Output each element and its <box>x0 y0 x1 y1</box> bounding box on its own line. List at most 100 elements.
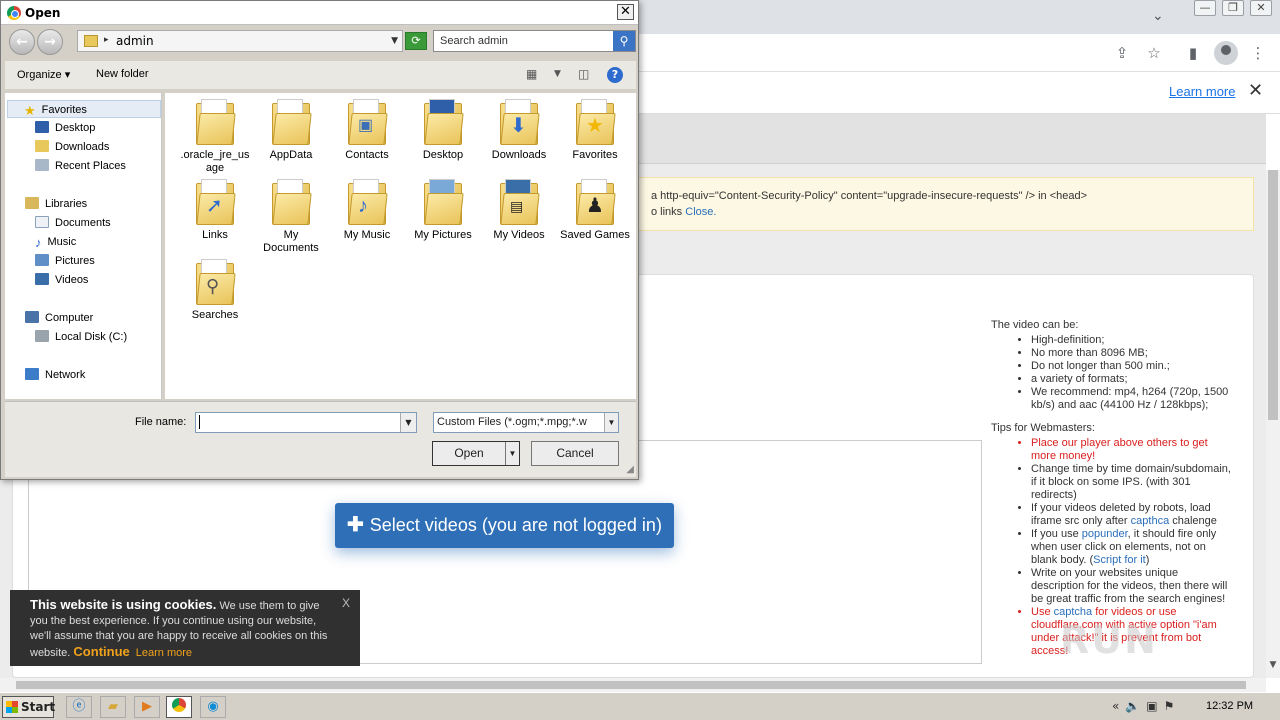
capthca-link[interactable]: capthca <box>1131 515 1170 527</box>
new-folder-button[interactable]: New folder <box>96 68 149 80</box>
file-type-select[interactable]: Custom Files (*.ogm;*.mpg;*.w ▼ <box>433 412 619 433</box>
list-item: a variety of formats; <box>1031 373 1231 386</box>
cookie-learn-more-link[interactable]: Learn more <box>136 647 192 659</box>
bookmark-star-icon[interactable]: ☆ <box>1143 42 1165 64</box>
address-bar[interactable]: ▸ admin ▼ <box>77 30 403 52</box>
tray-expand-icon[interactable]: « <box>1112 699 1125 713</box>
address-dropdown-icon[interactable]: ▼ <box>391 36 398 46</box>
file-item[interactable]: .oracle_jre_usage <box>180 99 250 175</box>
ie-taskbar-icon[interactable]: ⓔ <box>66 696 92 718</box>
info-column: The video can be: High-definition; No mo… <box>991 319 1231 668</box>
start-button[interactable]: Start <box>2 696 56 718</box>
nav-item-libraries[interactable]: Libraries <box>25 195 87 213</box>
popunder-link[interactable]: popunder <box>1082 528 1128 540</box>
nav-item-documents[interactable]: Documents <box>35 214 111 232</box>
open-split-dropdown-icon[interactable]: ▼ <box>505 442 519 465</box>
infobar-learn-more-link[interactable]: Learn more <box>1169 84 1235 99</box>
nav-item-recent[interactable]: Recent Places <box>35 157 126 175</box>
side-panel-icon[interactable]: ▮ <box>1182 42 1204 64</box>
view-dropdown-icon[interactable]: ▼ <box>554 69 561 79</box>
file-item[interactable]: AppData <box>256 99 326 162</box>
script-link[interactable]: Script for it <box>1093 554 1146 566</box>
scrollbar-thumb[interactable] <box>16 681 1246 689</box>
preview-pane-icon[interactable]: ◫ <box>578 67 589 81</box>
start-label: Start <box>21 700 56 714</box>
warning-close-link[interactable]: Close. <box>685 206 716 218</box>
documents-folder-icon <box>272 179 312 225</box>
scroll-down-arrow-icon[interactable]: ▼ <box>1266 660 1280 674</box>
nav-item-network[interactable]: Network <box>25 366 85 384</box>
organize-label: Organize <box>17 69 62 81</box>
file-item[interactable]: My Documents <box>256 179 326 255</box>
share-icon[interactable]: ⇪ <box>1111 42 1133 64</box>
nav-item-computer[interactable]: Computer <box>25 309 93 327</box>
captcha-link[interactable]: captcha <box>1054 606 1093 618</box>
back-button[interactable]: ← <box>9 29 35 55</box>
file-name-value <box>199 415 200 429</box>
file-name-dropdown-icon[interactable]: ▼ <box>400 413 416 432</box>
window-close-icon[interactable]: ✕ <box>1250 0 1272 16</box>
nav-item-favorites[interactable]: ★ Favorites <box>7 100 161 118</box>
tab-search-chevron-icon[interactable]: ⌄ <box>1152 8 1164 24</box>
maximize-icon[interactable]: ❐ <box>1222 0 1244 16</box>
nav-item-pictures[interactable]: Pictures <box>35 252 95 270</box>
infobar-close-icon[interactable]: ✕ <box>1248 80 1263 101</box>
flag-icon[interactable]: ⚑ <box>1164 699 1181 713</box>
file-item[interactable]: ➚ Links <box>180 179 250 242</box>
select-videos-button[interactable]: ✚ Select videos (you are not logged in) <box>335 503 674 548</box>
nav-item-videos[interactable]: Videos <box>35 271 88 289</box>
file-item[interactable]: ⬇ Downloads <box>484 99 554 162</box>
view-options-icon[interactable]: ▦ <box>526 67 537 81</box>
file-item[interactable]: ▤ My Videos <box>484 179 554 242</box>
open-button[interactable]: Open ▼ <box>432 441 520 466</box>
explorer-taskbar-icon[interactable]: ▰ <box>100 696 126 718</box>
cookie-close-button[interactable]: X <box>342 596 350 611</box>
music-icon: ♪ <box>35 235 42 250</box>
file-item[interactable]: ⚲ Searches <box>180 259 250 322</box>
nav-item-downloads[interactable]: Downloads <box>35 138 109 156</box>
dialog-title-bar[interactable]: Open ✕ <box>1 1 638 25</box>
dialog-close-button[interactable]: ✕ <box>617 4 634 20</box>
scrollbar-thumb[interactable] <box>1268 170 1278 420</box>
network-tray-icon[interactable]: ▣ <box>1146 699 1163 713</box>
file-item[interactable]: My Pictures <box>408 179 478 242</box>
file-item[interactable]: ▣ Contacts <box>332 99 402 162</box>
nav-item-desktop[interactable]: Desktop <box>35 119 95 137</box>
file-item[interactable]: Desktop <box>408 99 478 162</box>
menu-kebab-icon[interactable]: ⋮ <box>1247 42 1269 64</box>
desktop-folder-icon <box>424 99 464 145</box>
cancel-button[interactable]: Cancel <box>531 441 619 466</box>
nav-item-local-disk[interactable]: Local Disk (C:) <box>35 328 127 346</box>
cookie-continue-button[interactable]: Continue <box>73 644 129 659</box>
resize-grip-icon[interactable]: ◢ <box>626 464 634 475</box>
search-input[interactable]: Search admin ⚲ <box>433 30 636 52</box>
help-icon[interactable]: ? <box>607 67 623 83</box>
chrome-taskbar-icon[interactable] <box>166 696 192 718</box>
file-item[interactable]: ♟ Saved Games <box>560 179 630 242</box>
breadcrumb-arrow-icon[interactable]: ▸ <box>104 35 109 45</box>
file-item[interactable]: ★ Favorites <box>560 99 630 162</box>
cookie-banner: X This website is using cookies. We use … <box>10 590 360 666</box>
forward-button[interactable]: → <box>37 29 63 55</box>
address-row: ← → ▸ admin ▼ ⟳ Search admin ⚲ <box>5 28 636 56</box>
refresh-icon[interactable]: ⟳ <box>405 32 427 50</box>
navigation-pane: ★ Favorites Desktop Downloads Recent Plac… <box>5 93 162 399</box>
file-label: Favorites <box>572 149 618 161</box>
nav-item-music[interactable]: ♪ Music <box>35 233 76 251</box>
breadcrumb-path[interactable]: admin <box>116 34 154 48</box>
volume-icon[interactable]: 🔈 <box>1125 699 1146 713</box>
desktop-icon <box>35 121 49 133</box>
organize-button[interactable]: Organize ▾ <box>17 68 70 81</box>
page-horizontal-scrollbar[interactable] <box>0 678 1266 692</box>
file-item[interactable]: ♪ My Music <box>332 179 402 242</box>
file-name-input[interactable]: ▼ <box>195 412 417 433</box>
minimize-icon[interactable]: — <box>1194 0 1216 16</box>
folder-icon <box>196 99 236 145</box>
file-type-dropdown-icon[interactable]: ▼ <box>604 413 618 432</box>
clock[interactable]: 12:32 PM <box>1206 700 1253 712</box>
page-vertical-scrollbar[interactable] <box>1266 170 1280 678</box>
profile-avatar[interactable] <box>1214 41 1238 65</box>
search-icon[interactable]: ⚲ <box>613 31 635 51</box>
media-player-taskbar-icon[interactable]: ▶ <box>134 696 160 718</box>
edge-taskbar-icon[interactable]: ◉ <box>200 696 226 718</box>
